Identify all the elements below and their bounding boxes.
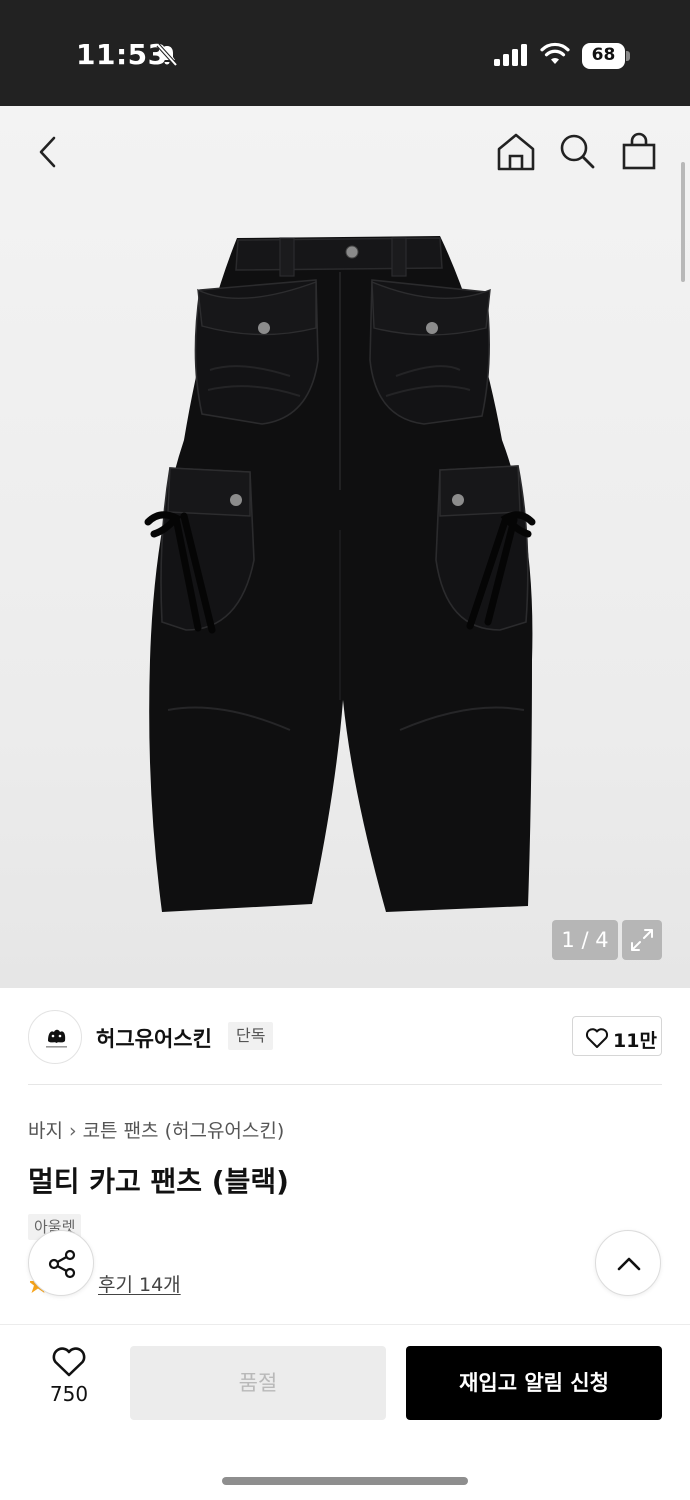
product-image [144,236,536,912]
home-indicator[interactable] [222,1477,468,1485]
battery-indicator: 68 [582,43,630,69]
chevron-right-icon: › [68,1120,77,1142]
expand-icon[interactable] [622,920,662,960]
share-button[interactable] [28,1230,94,1296]
breadcrumb: 바지 › 코튼 팬츠 (허그유어스킨) [28,1116,284,1143]
wishlist-count: 750 [49,1382,89,1406]
chevron-left-icon[interactable] [26,130,70,174]
soldout-button[interactable]: 품절 [130,1346,386,1420]
brand-logo[interactable] [28,1010,82,1064]
exclusive-badge: 단독 [228,1022,274,1050]
product-title: 멀티 카고 팬츠 (블랙) [28,1165,289,1198]
shopping-bag-icon[interactable] [617,130,661,174]
heart-icon [52,1347,86,1377]
battery-percent: 68 [591,45,616,65]
scroll-top-button[interactable] [595,1230,661,1296]
breadcrumb-category[interactable]: 바지 [28,1120,63,1142]
divider [28,1084,662,1085]
breadcrumb-subcategory[interactable]: 코튼 팬츠 (허그유어스킨) [83,1120,285,1142]
image-counter: 1 / 4 [552,920,618,960]
home-icon[interactable] [494,130,538,174]
brand-like-button[interactable]: 11만 [572,1016,662,1056]
scrollbar[interactable] [681,162,685,282]
brand-like-count: 11만 [613,1030,657,1052]
bell-muted-icon [156,43,178,67]
heart-icon [585,1028,609,1048]
share-icon [48,1249,76,1279]
wifi-icon [540,42,570,64]
cellular-signal-icon [494,44,527,66]
review-count-link[interactable]: 후기 14개 [98,1270,181,1297]
search-icon[interactable] [556,130,600,174]
wishlist-button[interactable]: 750 [40,1346,98,1416]
status-bar: 11:53 68 [0,0,690,106]
chevron-up-icon [617,1257,641,1271]
restock-alert-button[interactable]: 재입고 알림 신청 [406,1346,662,1420]
brand-name[interactable]: 허그유어스킨 [96,1023,212,1053]
